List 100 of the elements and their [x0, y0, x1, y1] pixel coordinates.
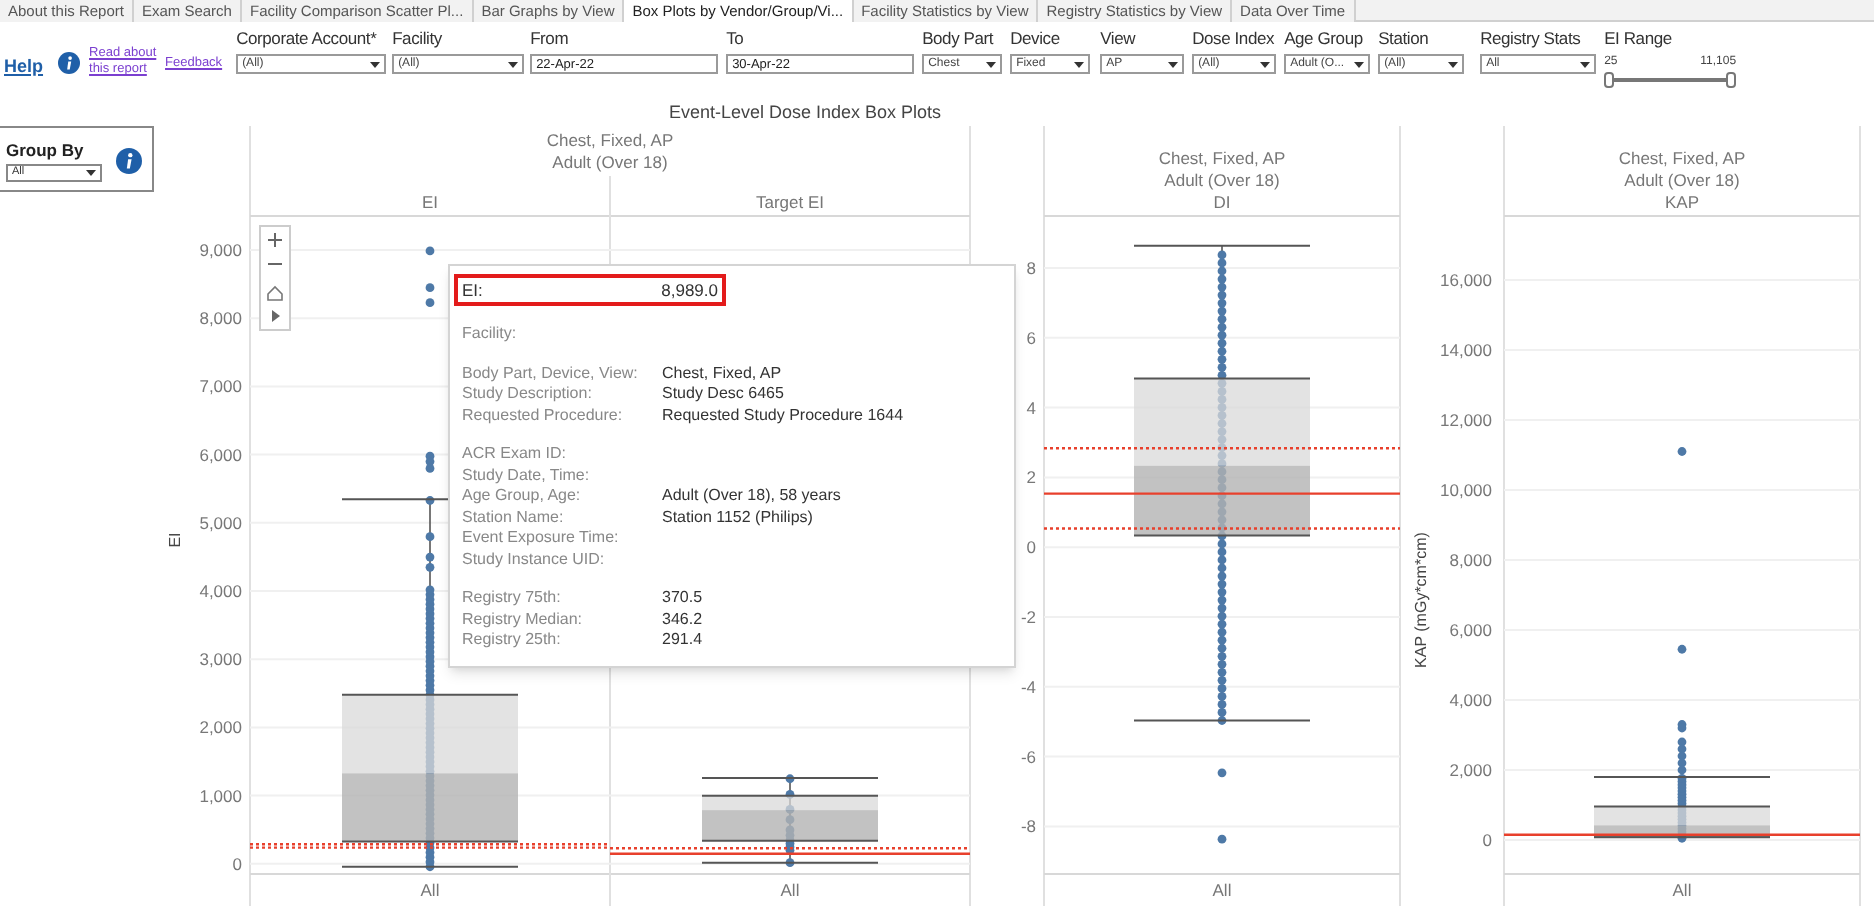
tooltip-value: 8,989.0	[661, 277, 718, 303]
tooltip-label: Study Date, Time:	[462, 465, 592, 486]
category-label: All	[1212, 880, 1232, 900]
play-icon[interactable]	[272, 310, 280, 322]
tooltip-label: Registry 25th:	[462, 630, 563, 651]
axis-tick-label: 12,000	[1440, 410, 1492, 430]
panel-header: Adult (Over 18)	[1624, 170, 1740, 190]
axis-tick-label: 1,000	[199, 785, 242, 806]
filter-label: Age Group	[1284, 26, 1365, 50]
tooltip-label: Body Part, Device, View:	[462, 363, 640, 384]
column-header: EI	[421, 192, 439, 212]
slider-handle[interactable]	[1604, 72, 1615, 88]
axis-tick-label: 6,000	[1449, 620, 1492, 640]
chart-title: Event-Level Dose Index Box Plots	[668, 102, 942, 122]
category-label: All	[1672, 880, 1692, 900]
filter-label: View	[1100, 26, 1138, 50]
axis-tick-label: 2,000	[199, 717, 242, 738]
tooltip-label: Event Exposure Time:	[462, 528, 621, 549]
axis-tick-label: 4	[1026, 397, 1036, 418]
tooltip-label: Study Instance UID:	[462, 549, 607, 570]
caret-icon	[986, 61, 997, 67]
axis-tick-label: -4	[1020, 676, 1036, 697]
help-link[interactable]: Help	[4, 54, 44, 81]
filter-label: Station	[1378, 26, 1431, 50]
axis-tick-label: 7,000	[199, 376, 242, 397]
filter-label: EI Range	[1604, 26, 1674, 50]
category-label: All	[420, 880, 440, 900]
tooltip-label: Registry Median:	[462, 609, 585, 630]
axis-tick-label: 6,000	[199, 444, 242, 465]
axis-title: KAP (mGy*cm*cm)	[1412, 532, 1430, 668]
caret-icon	[1448, 61, 1459, 67]
column-header: DI	[1213, 192, 1231, 212]
axis-tick-label: 0	[1026, 537, 1036, 558]
filter-label: Corporate Account*	[236, 26, 379, 50]
column-header: KAP	[1665, 192, 1699, 212]
home-icon[interactable]	[267, 285, 283, 301]
tooltip-value: Adult (Over 18), 58 years	[662, 486, 841, 507]
info-icon[interactable]	[57, 52, 80, 74]
caret-icon	[370, 61, 381, 67]
filter-label: Body Part	[922, 26, 996, 50]
caret-icon	[508, 61, 519, 67]
axis-tick-label: 5,000	[199, 512, 242, 533]
caret-icon	[1260, 61, 1271, 67]
group-by-label: Group By	[6, 140, 86, 162]
tooltip-value: Station 1152 (Philips)	[662, 507, 813, 528]
axis-tick-label: 6	[1026, 327, 1036, 348]
axis-tick-label: 8	[1026, 258, 1036, 278]
axis-tick-label: -2	[1020, 607, 1036, 627]
tooltip-value: 370.5	[662, 588, 703, 609]
axis-tick-label: 10,000	[1440, 480, 1492, 500]
axis-title: EI	[166, 532, 184, 548]
axis-tick-label: 3,000	[199, 649, 242, 670]
axis-tick-label: 16,000	[1440, 270, 1492, 290]
tooltip-value: Study Desc 6465	[662, 384, 784, 405]
filter-label: Facility	[392, 26, 444, 50]
filter-label: Device	[1010, 26, 1062, 50]
caret-icon	[1354, 61, 1365, 67]
filter-label: Dose Index	[1192, 26, 1277, 50]
tooltip-value: 346.2	[662, 609, 703, 630]
zoom-in-icon[interactable]	[267, 232, 283, 248]
tooltip-label: Study Description:	[462, 384, 594, 405]
axis-tick-label: 8,000	[1449, 550, 1492, 570]
panel-header: Chest, Fixed, AP	[546, 130, 674, 150]
filter-label: To	[726, 26, 746, 50]
tooltip-label: EI:	[462, 277, 483, 303]
caret-icon	[86, 170, 96, 176]
filter-label: From	[530, 26, 571, 50]
tooltip-label: Station Name:	[462, 507, 566, 528]
panel-header: Chest, Fixed, AP	[1158, 148, 1286, 168]
panel-header: Adult (Over 18)	[552, 152, 668, 172]
axis-tick-label: 2,000	[1449, 760, 1492, 780]
axis-tick-label: 0	[232, 853, 242, 874]
axis-tick-label: 9,000	[199, 240, 242, 260]
tooltip-label: Requested Procedure:	[462, 405, 625, 426]
axis-tick-label: 4,000	[199, 581, 242, 601]
caret-icon	[1580, 61, 1591, 67]
panel-header: Adult (Over 18)	[1164, 170, 1280, 190]
column-header: Target EI	[755, 192, 825, 212]
tooltip-label: Facility:	[462, 324, 519, 345]
axis-tick-label: 4,000	[1449, 690, 1492, 710]
tooltip-value: 291.4	[662, 630, 703, 651]
axis-tick-label: -8	[1020, 816, 1036, 837]
panel-header: Chest, Fixed, AP	[1618, 148, 1746, 168]
axis-tick-label: 8,000	[199, 308, 242, 329]
axis-tick-label: -6	[1020, 746, 1036, 767]
filter-label: Registry Stats	[1480, 26, 1583, 50]
caret-icon	[1168, 61, 1179, 67]
caret-icon	[1074, 61, 1085, 67]
tooltip-label: Registry 75th:	[462, 588, 563, 609]
info-icon[interactable]	[116, 148, 142, 174]
tooltip-value: Requested Study Procedure 1644	[662, 405, 904, 426]
tooltip-value: Chest, Fixed, AP	[662, 363, 782, 384]
tooltip-label: Age Group, Age:	[462, 486, 583, 507]
axis-tick-label: 14,000	[1440, 340, 1492, 360]
slider-handle[interactable]	[1726, 72, 1737, 88]
axis-tick-label: 0	[1482, 830, 1492, 850]
category-label: All	[780, 880, 800, 900]
axis-tick-label: 2	[1026, 467, 1036, 488]
map-controls-background	[259, 225, 291, 331]
tooltip-label: ACR Exam ID:	[462, 444, 569, 465]
